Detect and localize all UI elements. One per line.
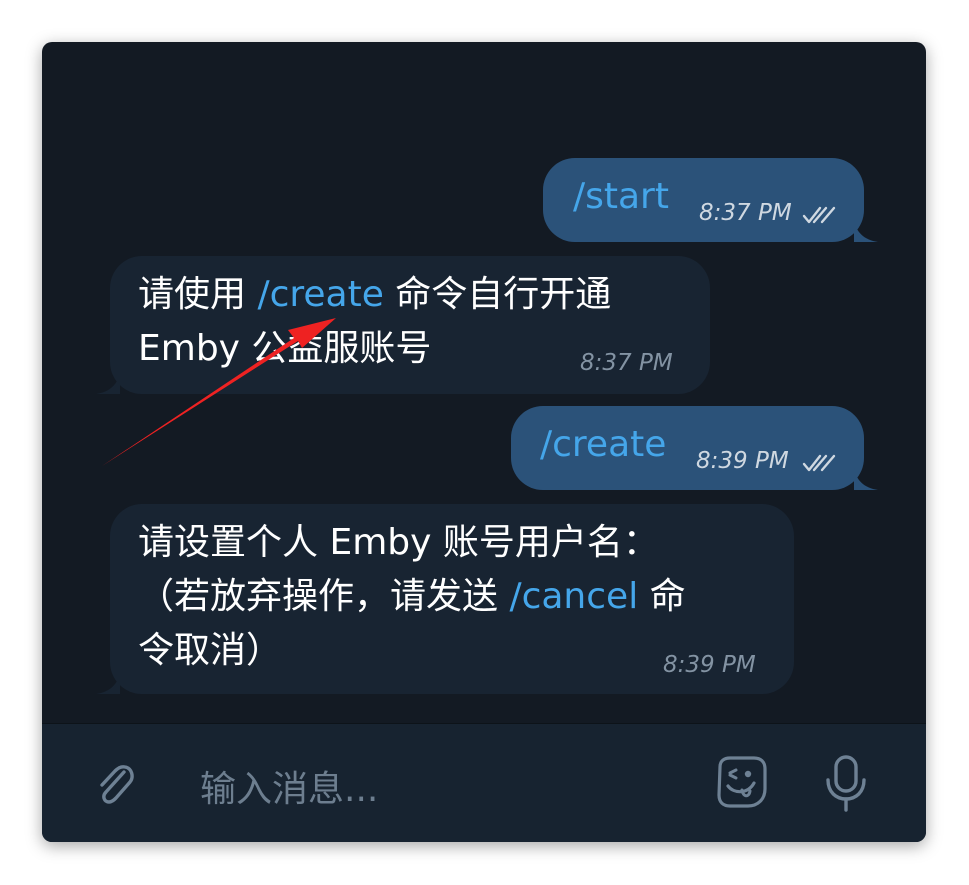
message-incoming-username-prompt[interactable]: 请设置个人 Emby 账号用户名： （若放弃操作，请发送 /cancel 命 令… [96, 504, 794, 694]
bubble-tail [854, 468, 878, 490]
message-text[interactable]: /create [540, 418, 666, 472]
bubble-tail [96, 372, 120, 394]
microphone-icon[interactable] [824, 754, 868, 812]
message-time: 8:37 PM [699, 200, 792, 226]
message-line: Emby 公益服账号 [138, 328, 432, 369]
create-command-link[interactable]: /create [257, 274, 383, 315]
message-text: （若放弃操作，请发送 [138, 576, 510, 617]
message-line: 请使用 /create 命令自行开通 [138, 268, 611, 322]
message-outgoing-create[interactable]: /create 8:39 PM [511, 406, 878, 490]
message-text: 命令自行开通 [383, 274, 612, 315]
bubble-tail [96, 672, 120, 694]
message-time: 8:39 PM [663, 652, 756, 678]
sticker-icon[interactable] [712, 753, 772, 813]
message-text: 请使用 [138, 274, 258, 315]
message-line: 令取消） [138, 630, 283, 671]
message-time: 8:39 PM [696, 448, 789, 474]
paperclip-icon[interactable] [94, 762, 134, 806]
cancel-command-link[interactable]: /cancel [509, 576, 638, 617]
message-text[interactable]: /start [573, 170, 669, 224]
bubble-tail [854, 220, 878, 242]
message-line: （若放弃操作，请发送 /cancel 命 [138, 570, 686, 624]
message-input[interactable]: 输入消息... [200, 760, 378, 812]
message-text: 命 [638, 576, 686, 617]
message-outgoing-start[interactable]: /start 8:37 PM [543, 158, 878, 242]
chat-window: /start 8:37 PM 请使用 /create 命令自行开通 Emby 公… [42, 42, 926, 842]
message-incoming-create-hint[interactable]: 请使用 /create 命令自行开通 Emby 公益服账号 8:37 PM [96, 256, 710, 394]
message-line: 请设置个人 Emby 账号用户名： [138, 522, 659, 563]
message-time: 8:37 PM [580, 350, 673, 376]
read-checks-icon [802, 454, 836, 472]
message-composer: 输入消息... [42, 723, 926, 842]
read-checks-icon [802, 206, 836, 224]
